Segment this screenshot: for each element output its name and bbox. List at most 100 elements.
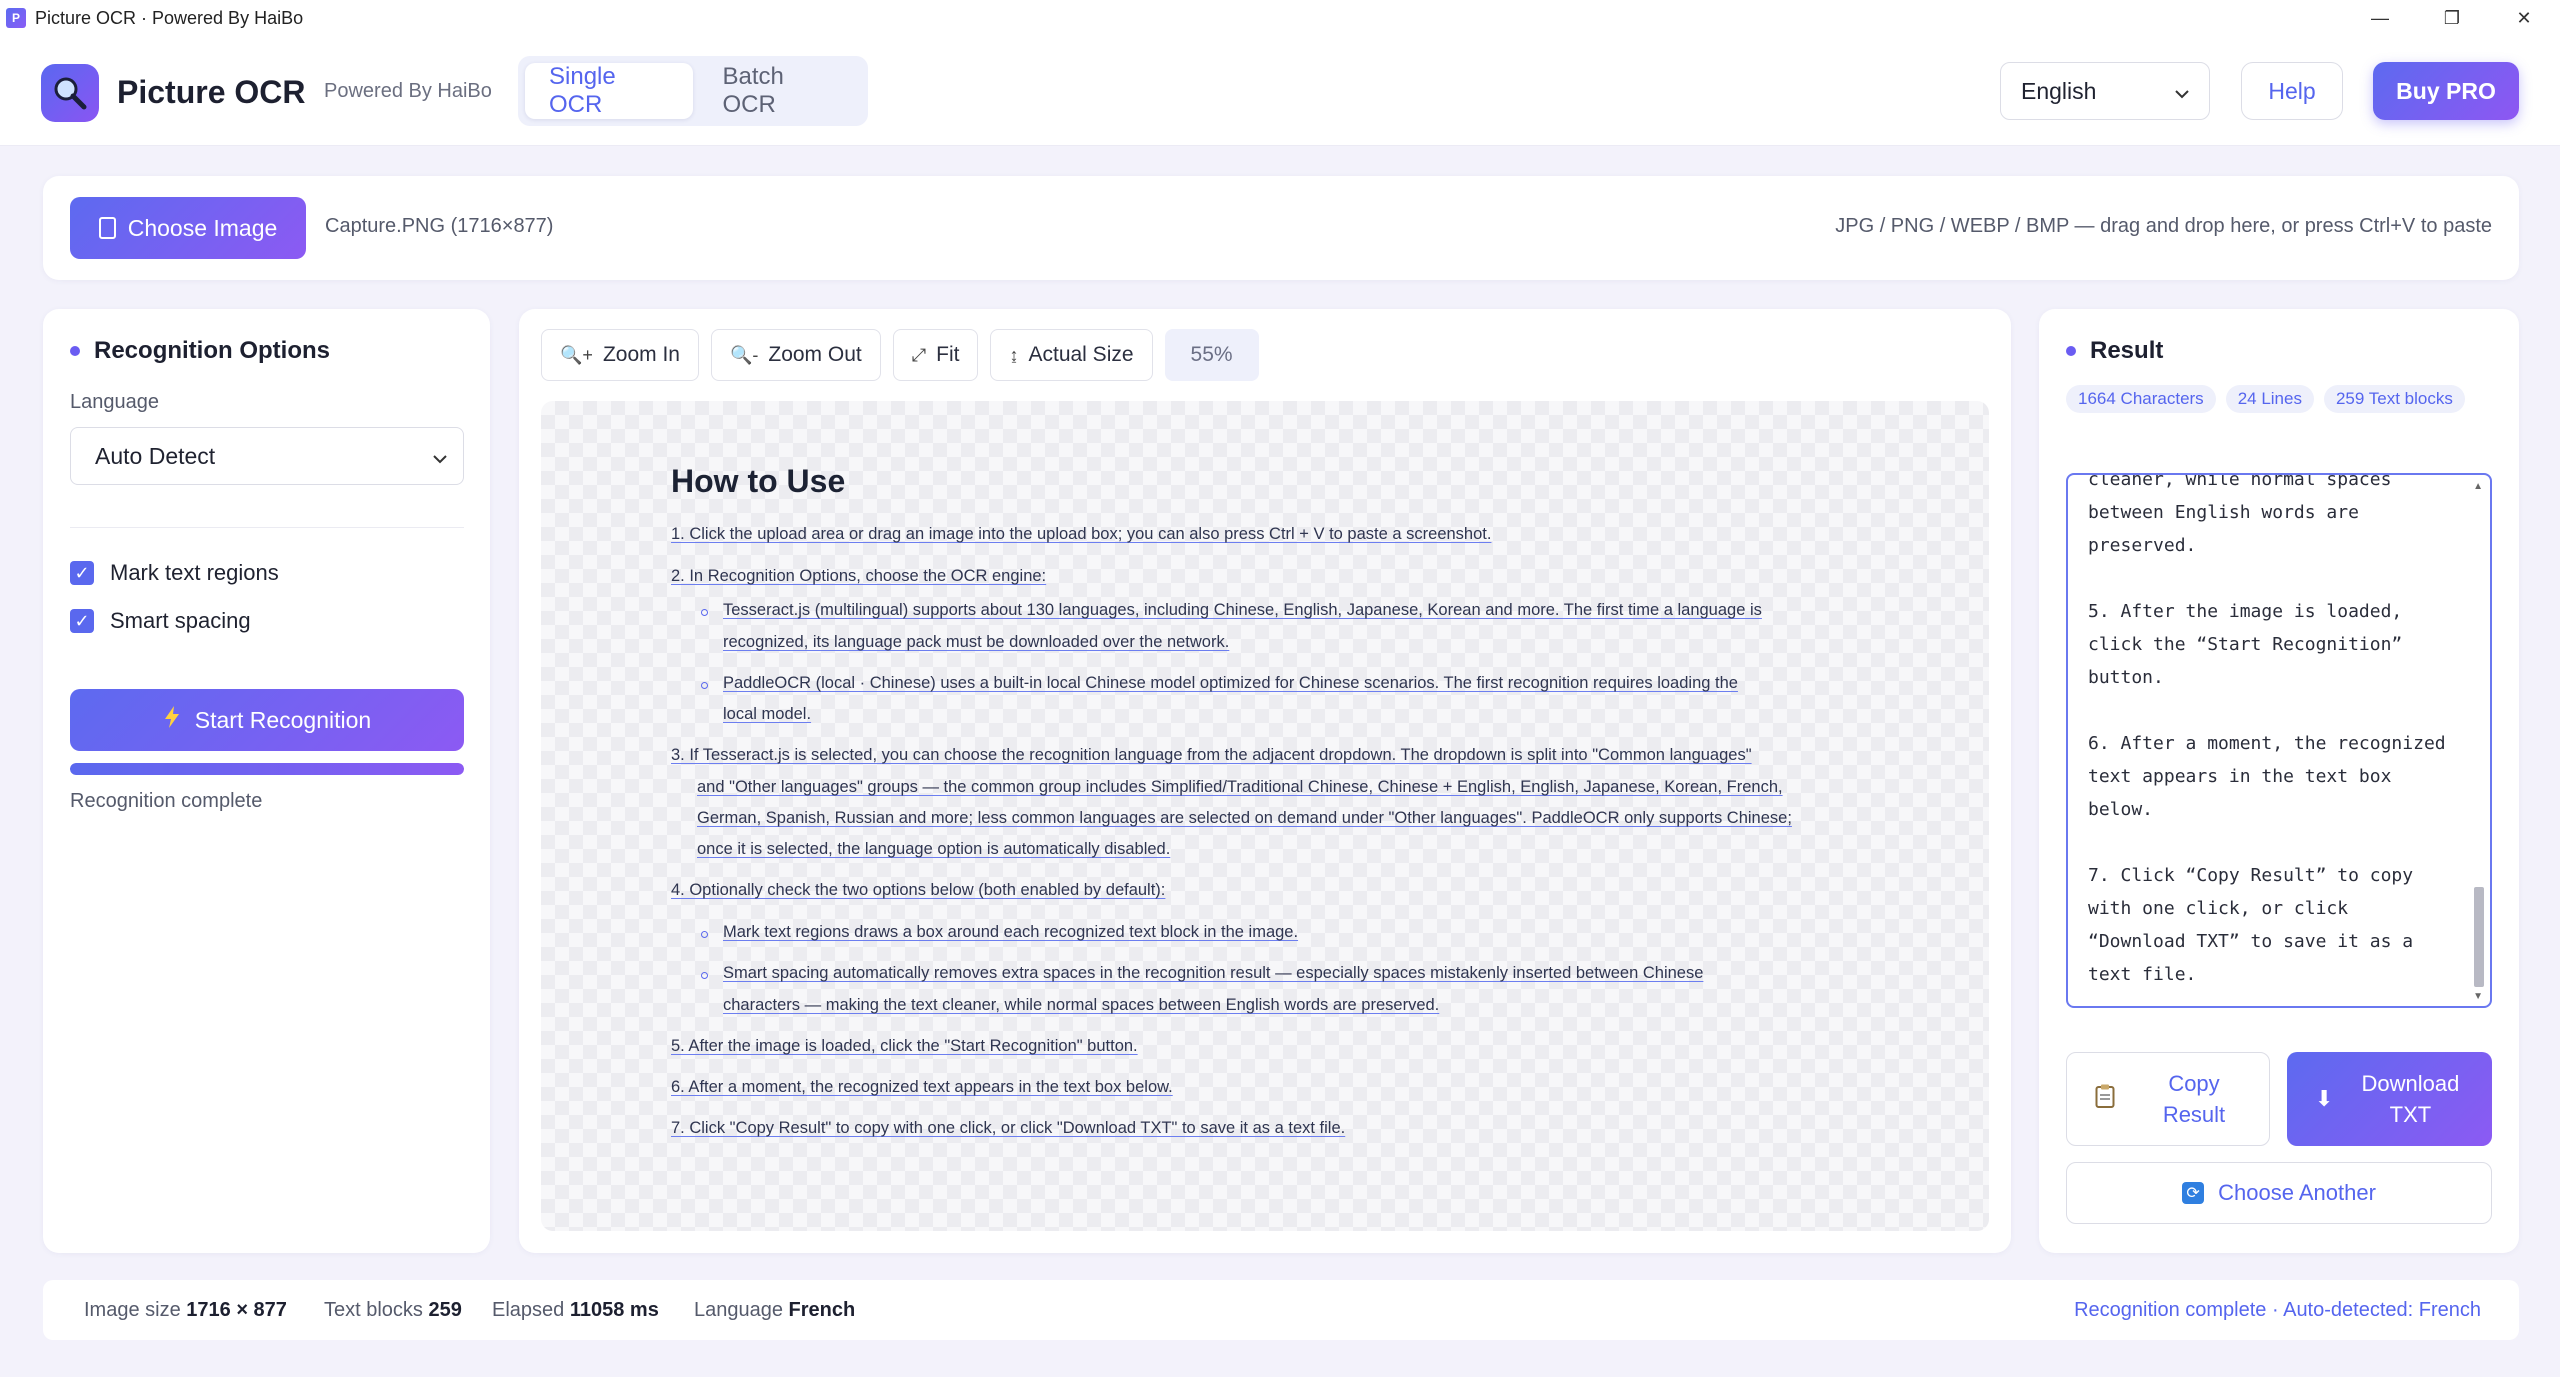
doc-line: German, Spanish, Russian and more; less … bbox=[697, 809, 1792, 827]
bullet-icon bbox=[701, 931, 708, 938]
actual-size-icon: ↨ bbox=[1009, 344, 1019, 365]
file-name: Capture.PNG (1716×877) bbox=[325, 215, 554, 237]
result-stats: 1664 Characters 24 Lines 259 Text blocks bbox=[2066, 385, 2486, 413]
zoom-out-label: Zoom Out bbox=[768, 343, 862, 366]
result-scrollbar[interactable]: ▲ ▼ bbox=[2470, 477, 2488, 1004]
maximize-button[interactable]: ❐ bbox=[2416, 0, 2488, 36]
result-textarea[interactable]: cleaner, while normal spaces between Eng… bbox=[2066, 473, 2492, 1008]
mode-tabs: Single OCR Batch OCR bbox=[518, 56, 868, 126]
doc-line: local model. bbox=[723, 705, 812, 723]
result-text[interactable]: cleaner, while normal spaces between Eng… bbox=[2088, 475, 2458, 991]
start-recognition-button[interactable]: Start Recognition bbox=[70, 689, 464, 751]
window-title: Picture OCR · Powered By HaiBo bbox=[35, 7, 304, 28]
stat-value: 259 bbox=[428, 1299, 462, 1321]
lightning-icon bbox=[163, 705, 181, 735]
stat-value: 1716 × 877 bbox=[186, 1299, 287, 1321]
stat-label: Language bbox=[694, 1299, 789, 1321]
stat-label: Image size bbox=[84, 1299, 187, 1321]
powered-by: Powered By HaiBo bbox=[324, 80, 492, 102]
help-button[interactable]: Help bbox=[2241, 62, 2343, 120]
doc-line: 7. Click "Copy Result" to copy with one … bbox=[671, 1119, 1346, 1137]
image-preview-panel: 🔍+ Zoom In 🔍- Zoom Out ⤢ Fit ↨ Actual Si… bbox=[519, 309, 2011, 1253]
doc-line: and "Other languages" groups — the commo… bbox=[697, 778, 1783, 796]
tab-batch-ocr[interactable]: Batch OCR bbox=[699, 63, 861, 119]
app-icon: P bbox=[6, 8, 26, 28]
scroll-up-icon[interactable]: ▲ bbox=[2473, 481, 2483, 492]
bullet-icon bbox=[701, 609, 708, 616]
options-title: Recognition Options bbox=[70, 337, 330, 365]
fit-button[interactable]: ⤢ Fit bbox=[892, 329, 979, 381]
copy-result-button[interactable]: Copy Result bbox=[2066, 1052, 2270, 1146]
drop-hint: JPG / PNG / WEBP / BMP — drag and drop h… bbox=[1835, 215, 2492, 237]
characters-chip: 1664 Characters bbox=[2066, 385, 2216, 413]
mark-regions-label: Mark text regions bbox=[110, 560, 279, 585]
expand-icon: ⤢ bbox=[911, 344, 927, 365]
smart-spacing-label: Smart spacing bbox=[110, 608, 251, 633]
bullet-icon bbox=[701, 972, 708, 979]
zoom-out-button[interactable]: 🔍- Zoom Out bbox=[710, 329, 881, 381]
download-icon: ⬇ bbox=[2315, 1086, 2334, 1111]
choose-image-button[interactable]: Choose Image bbox=[70, 197, 306, 259]
mark-regions-checkbox[interactable]: ✓ bbox=[70, 561, 94, 585]
doc-line: PaddleOCR (local · Chinese) uses a built… bbox=[723, 674, 1738, 692]
result-title: Result bbox=[2066, 337, 2163, 365]
file-icon bbox=[98, 217, 116, 239]
upload-bar[interactable]: Choose Image Capture.PNG (1716×877) JPG … bbox=[43, 176, 2519, 280]
footer-status: Recognition complete · Auto-detected: Fr… bbox=[2074, 1299, 2481, 1321]
buy-pro-button[interactable]: Buy PRO bbox=[2373, 62, 2519, 120]
zoom-in-button[interactable]: 🔍+ Zoom In bbox=[541, 329, 699, 381]
logo-search-icon bbox=[41, 64, 99, 122]
refresh-icon: ⟳ bbox=[2182, 1182, 2205, 1204]
blocks-chip: 259 Text blocks bbox=[2323, 385, 2465, 413]
choose-another-button[interactable]: ⟳ Choose Another bbox=[2066, 1162, 2492, 1224]
download-txt-label: Download TXT bbox=[2361, 1071, 2460, 1127]
actual-size-label: Actual Size bbox=[1028, 343, 1134, 366]
start-recognition-label: Start Recognition bbox=[194, 706, 372, 733]
ocr-language-select[interactable]: Auto Detect bbox=[70, 427, 464, 485]
scroll-thumb[interactable] bbox=[2474, 887, 2484, 987]
doc-heading: How to Use bbox=[671, 463, 846, 499]
stat-label: Elapsed bbox=[492, 1299, 570, 1321]
download-txt-button[interactable]: ⬇ Download TXT bbox=[2287, 1052, 2492, 1146]
app-header: Picture OCR Powered By HaiBo Single OCR … bbox=[0, 36, 2560, 146]
doc-line: characters — making the text cleaner, wh… bbox=[723, 996, 1440, 1014]
result-panel: Result 1664 Characters 24 Lines 259 Text… bbox=[2039, 309, 2519, 1253]
tab-single-ocr[interactable]: Single OCR bbox=[525, 63, 693, 119]
lines-chip: 24 Lines bbox=[2225, 385, 2314, 413]
document-image: How to Use 1. Click the upload area or d… bbox=[541, 401, 1989, 1231]
doc-line: 1. Click the upload area or drag an imag… bbox=[671, 525, 1492, 543]
doc-line: 4. Optionally check the two options belo… bbox=[671, 881, 1166, 899]
ui-language-select[interactable]: English bbox=[2000, 62, 2210, 120]
actual-size-button[interactable]: ↨ Actual Size bbox=[990, 329, 1153, 381]
language-label: Language bbox=[70, 391, 159, 413]
close-button[interactable]: ✕ bbox=[2488, 0, 2560, 36]
copy-result-label: Copy Result bbox=[2162, 1071, 2226, 1127]
image-canvas[interactable]: How to Use 1. Click the upload area or d… bbox=[541, 401, 1989, 1231]
stat-value: French bbox=[788, 1299, 856, 1321]
recognition-options-panel: Recognition Options Language Auto Detect… bbox=[43, 309, 490, 1253]
scroll-down-icon[interactable]: ▼ bbox=[2473, 991, 2483, 1002]
bullet-icon bbox=[701, 682, 708, 689]
doc-line: 3. If Tesseract.js is selected, you can … bbox=[671, 746, 1752, 764]
mark-regions-checkbox-row[interactable]: ✓ Mark text regions bbox=[70, 560, 279, 586]
stat-value: 11058 ms bbox=[569, 1299, 659, 1321]
options-title-text: Recognition Options bbox=[94, 337, 330, 364]
ui-language-value: English bbox=[2021, 77, 2097, 104]
doc-line: Smart spacing automatically removes extr… bbox=[723, 964, 1704, 982]
stat-elapsed: Elapsed 11058 ms bbox=[492, 1299, 659, 1322]
smart-spacing-checkbox[interactable]: ✓ bbox=[70, 609, 94, 633]
doc-line: 5. After the image is loaded, click the … bbox=[671, 1037, 1138, 1055]
progress-fill bbox=[70, 763, 464, 775]
choose-image-label: Choose Image bbox=[127, 214, 278, 241]
doc-line: Tesseract.js (multilingual) supports abo… bbox=[723, 601, 1762, 619]
doc-line: recognized, its language pack must be do… bbox=[723, 633, 1230, 651]
chevron-down-icon bbox=[2175, 78, 2189, 105]
doc-line: 6. After a moment, the recognized text a… bbox=[671, 1078, 1173, 1096]
window-titlebar: P Picture OCR · Powered By HaiBo — ❐ ✕ bbox=[0, 0, 2560, 36]
ocr-language-value: Auto Detect bbox=[95, 442, 216, 469]
doc-line: Mark text regions draws a box around eac… bbox=[723, 923, 1299, 941]
stat-language: Language French bbox=[694, 1299, 855, 1322]
smart-spacing-checkbox-row[interactable]: ✓ Smart spacing bbox=[70, 608, 251, 634]
minimize-button[interactable]: — bbox=[2344, 0, 2416, 36]
zoom-toolbar: 🔍+ Zoom In 🔍- Zoom Out ⤢ Fit ↨ Actual Si… bbox=[541, 329, 1259, 381]
